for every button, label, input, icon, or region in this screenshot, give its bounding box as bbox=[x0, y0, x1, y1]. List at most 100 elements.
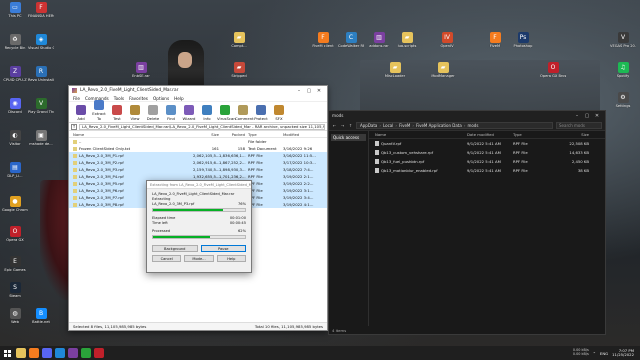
search-input[interactable]: Search mods bbox=[556, 121, 602, 129]
up-folder-icon[interactable]: ↑ bbox=[71, 123, 77, 130]
desktop-icon[interactable]: ◉ Discord bbox=[2, 98, 28, 114]
desktop-icon[interactable]: ♻ Recycle Bin bbox=[2, 34, 28, 50]
desktop-icon[interactable]: F FiveM client bbox=[310, 32, 336, 48]
col-name[interactable]: Name bbox=[375, 132, 467, 137]
taskbar-app-icon[interactable] bbox=[55, 348, 65, 358]
explorer-window[interactable]: mods – ▢ ✕ ← → ↑ AppData › Local › FiveM › Fiv… bbox=[328, 110, 606, 335]
taskbar-app-icon[interactable] bbox=[29, 348, 39, 358]
desktop-icon[interactable]: CCodeWalker RPF Explo... bbox=[338, 32, 364, 48]
menu-item-favorites[interactable]: Favorites bbox=[129, 96, 148, 101]
breadcrumb-item[interactable]: Local bbox=[383, 123, 393, 128]
list-item[interactable]: QuantV.rpf 9/1/2022 5:41 AM RPF File 22,508… bbox=[369, 139, 605, 148]
desktop-icon[interactable]: B Battle.net bbox=[28, 308, 54, 324]
toolbar-info-button[interactable]: Info bbox=[199, 105, 215, 121]
desktop-icon[interactable]: ▰ Compt... bbox=[226, 32, 252, 48]
mode-button[interactable]: Mode... bbox=[184, 255, 214, 262]
help-button[interactable]: Help bbox=[216, 255, 246, 262]
col-packed[interactable]: Packed bbox=[219, 132, 245, 137]
desktop-icon[interactable]: IV OpenIV bbox=[434, 32, 460, 48]
desktop-icon[interactable]: ◍ Web bbox=[2, 308, 28, 324]
taskbar-app-icon[interactable] bbox=[81, 348, 91, 358]
table-row[interactable]: LA_Revo_2.0_3M_P1.rpf 2,062,105,5... 1,836… bbox=[69, 152, 327, 159]
list-item[interactable]: Qb13_fuel_pushbtn.rpf 9/1/2022 5:41 AM RPF… bbox=[369, 157, 605, 166]
toolbar-comment-button[interactable]: Comment bbox=[235, 105, 254, 121]
desktop-icon[interactable]: ▣ mshade de... bbox=[28, 130, 54, 146]
extract-progress-dialog[interactable]: Extracting from LA_Revo_2.0_FiveM_Light_… bbox=[146, 180, 252, 273]
archive-path[interactable]: LA_Revo_2.0_FiveM_Light_ClientSided_Mar.… bbox=[79, 123, 325, 130]
desktop-icon[interactable]: Z CPUID CPU-Z bbox=[2, 66, 28, 82]
table-row[interactable]: .. File folder bbox=[69, 138, 327, 145]
desktop-icon[interactable]: Ps Photoshop bbox=[510, 32, 536, 48]
desktop-icon[interactable]: ▰ MiscLoader bbox=[382, 62, 408, 78]
toolbar-extract-to-button[interactable]: Extract To bbox=[91, 100, 107, 121]
menu-item-options[interactable]: Options bbox=[153, 96, 169, 101]
col-date-modified[interactable]: Date modified bbox=[467, 132, 513, 137]
menu-item-help[interactable]: Help bbox=[174, 96, 184, 101]
desktop-icon[interactable]: F FiveM bbox=[482, 32, 508, 48]
toolbar-find-button[interactable]: Find bbox=[163, 105, 179, 121]
explorer-titlebar[interactable]: mods – ▢ ✕ bbox=[329, 111, 605, 120]
desktop-icon[interactable]: V VEGAS Pro 20.0 bbox=[610, 32, 636, 48]
col-name[interactable]: Name bbox=[73, 132, 193, 137]
forward-arrow-icon[interactable]: → bbox=[340, 123, 345, 128]
col-modified[interactable]: Modified bbox=[283, 132, 323, 137]
close-button[interactable]: ✕ bbox=[314, 88, 324, 94]
taskbar-app-icon[interactable] bbox=[16, 348, 26, 358]
back-arrow-icon[interactable]: ← bbox=[332, 123, 337, 128]
quick-access-item[interactable]: Quick access bbox=[331, 134, 366, 141]
desktop-icon[interactable]: ▰ Stripped bbox=[226, 62, 252, 78]
desktop-icon[interactable]: VPlay Grand Theft Auto V bbox=[28, 98, 54, 114]
breadcrumb-item[interactable]: mods bbox=[467, 123, 478, 128]
toolbar-wizard-button[interactable]: Wizard bbox=[181, 105, 197, 121]
breadcrumb-item[interactable]: AppData bbox=[360, 123, 377, 128]
toolbar-delete-button[interactable]: Delete bbox=[145, 105, 161, 121]
close-button[interactable]: ✕ bbox=[592, 113, 602, 119]
list-item[interactable]: Qb13_motionblur_enabled.rpf 9/1/2022 5:41… bbox=[369, 166, 605, 175]
desktop-icon[interactable]: S Steam bbox=[2, 282, 28, 298]
desktop-icon[interactable]: ♫ Spotify bbox=[610, 62, 636, 78]
desktop-icon[interactable]: ▤ DLP_Li... bbox=[2, 162, 28, 178]
up-arrow-icon[interactable]: ↑ bbox=[348, 123, 353, 128]
desktop-icon[interactable]: ⚙ Settings bbox=[610, 92, 636, 108]
taskbar-app-icon[interactable] bbox=[94, 348, 104, 358]
taskbar-app-icon[interactable] bbox=[42, 348, 52, 358]
desktop-icon[interactable]: O Opera GX bbox=[2, 226, 28, 242]
minimize-button[interactable]: – bbox=[294, 88, 304, 94]
winrar-titlebar[interactable]: LA_Revo_2.0_FiveM_Light_ClientSided_Mar.… bbox=[69, 86, 327, 95]
toolbar-test-button[interactable]: Test bbox=[109, 105, 125, 121]
chevron-up-icon[interactable]: ⌃ bbox=[593, 351, 596, 356]
menu-item-tools[interactable]: Tools bbox=[114, 96, 124, 101]
desktop-icon[interactable]: ▥ addons.rar bbox=[366, 32, 392, 48]
toolbar-sfx-button[interactable]: SFX bbox=[271, 105, 287, 121]
desktop-icon[interactable]: ◈Visual Studio Code bbox=[28, 34, 54, 50]
minimize-button[interactable]: – bbox=[572, 113, 582, 119]
start-button[interactable] bbox=[0, 346, 14, 360]
language-indicator[interactable]: ENG bbox=[600, 351, 608, 356]
breadcrumb-item[interactable]: FiveM Application Data bbox=[416, 123, 462, 128]
desktop-icon[interactable]: RRevo Uninstaller bbox=[28, 66, 54, 82]
desktop-icon[interactable]: ● Google Chrome bbox=[2, 196, 28, 212]
maximize-button[interactable]: ▢ bbox=[582, 113, 592, 119]
cancel-button[interactable]: Cancel bbox=[152, 255, 182, 262]
desktop-icon[interactable]: ▭ This PC bbox=[2, 2, 28, 18]
list-item[interactable]: Qb13_custom_vehshare.rpf 9/1/2022 5:41 AM… bbox=[369, 148, 605, 157]
col-type[interactable]: Type bbox=[245, 132, 283, 137]
col-type[interactable]: Type bbox=[513, 132, 553, 137]
table-row[interactable]: LA_Revo_2.0_3M_P4.rpf 1,932,655,5... 1,701… bbox=[69, 173, 327, 180]
pause-button[interactable]: Pause bbox=[200, 245, 246, 252]
table-row[interactable]: LA_Revo_2.0_3M_P2.rpf 2,062,915,6... 1,867… bbox=[69, 159, 327, 166]
col-size[interactable]: Size bbox=[193, 132, 219, 137]
desktop-icon[interactable]: ▰ ModManager bbox=[430, 62, 456, 78]
toolbar-add-button[interactable]: Add bbox=[73, 105, 89, 121]
desktop-icon[interactable]: F FINANSIA HERO bbox=[28, 2, 54, 18]
desktop-icon[interactable]: ◐ Visitor bbox=[2, 130, 28, 146]
breadcrumb[interactable]: AppData › Local › FiveM › FiveM Application Da… bbox=[356, 121, 553, 129]
breadcrumb-item[interactable]: FiveM bbox=[399, 123, 410, 128]
desktop-icon[interactable]: ▥ EnbSE.rar bbox=[128, 62, 154, 78]
maximize-button[interactable]: ▢ bbox=[304, 88, 314, 94]
table-row[interactable]: LA_Revo_2.0_3M_P3.rpf 2,159,740,5... 1,898… bbox=[69, 166, 327, 173]
desktop-icon[interactable]: E Epic Games bbox=[2, 256, 28, 272]
desktop-icon[interactable]: OOpera GX Browser bbox=[540, 62, 566, 78]
taskbar-app-icon[interactable] bbox=[68, 348, 78, 358]
table-row[interactable]: Frozen ClientSided Only.txt 161 158 Text Do… bbox=[69, 145, 327, 152]
